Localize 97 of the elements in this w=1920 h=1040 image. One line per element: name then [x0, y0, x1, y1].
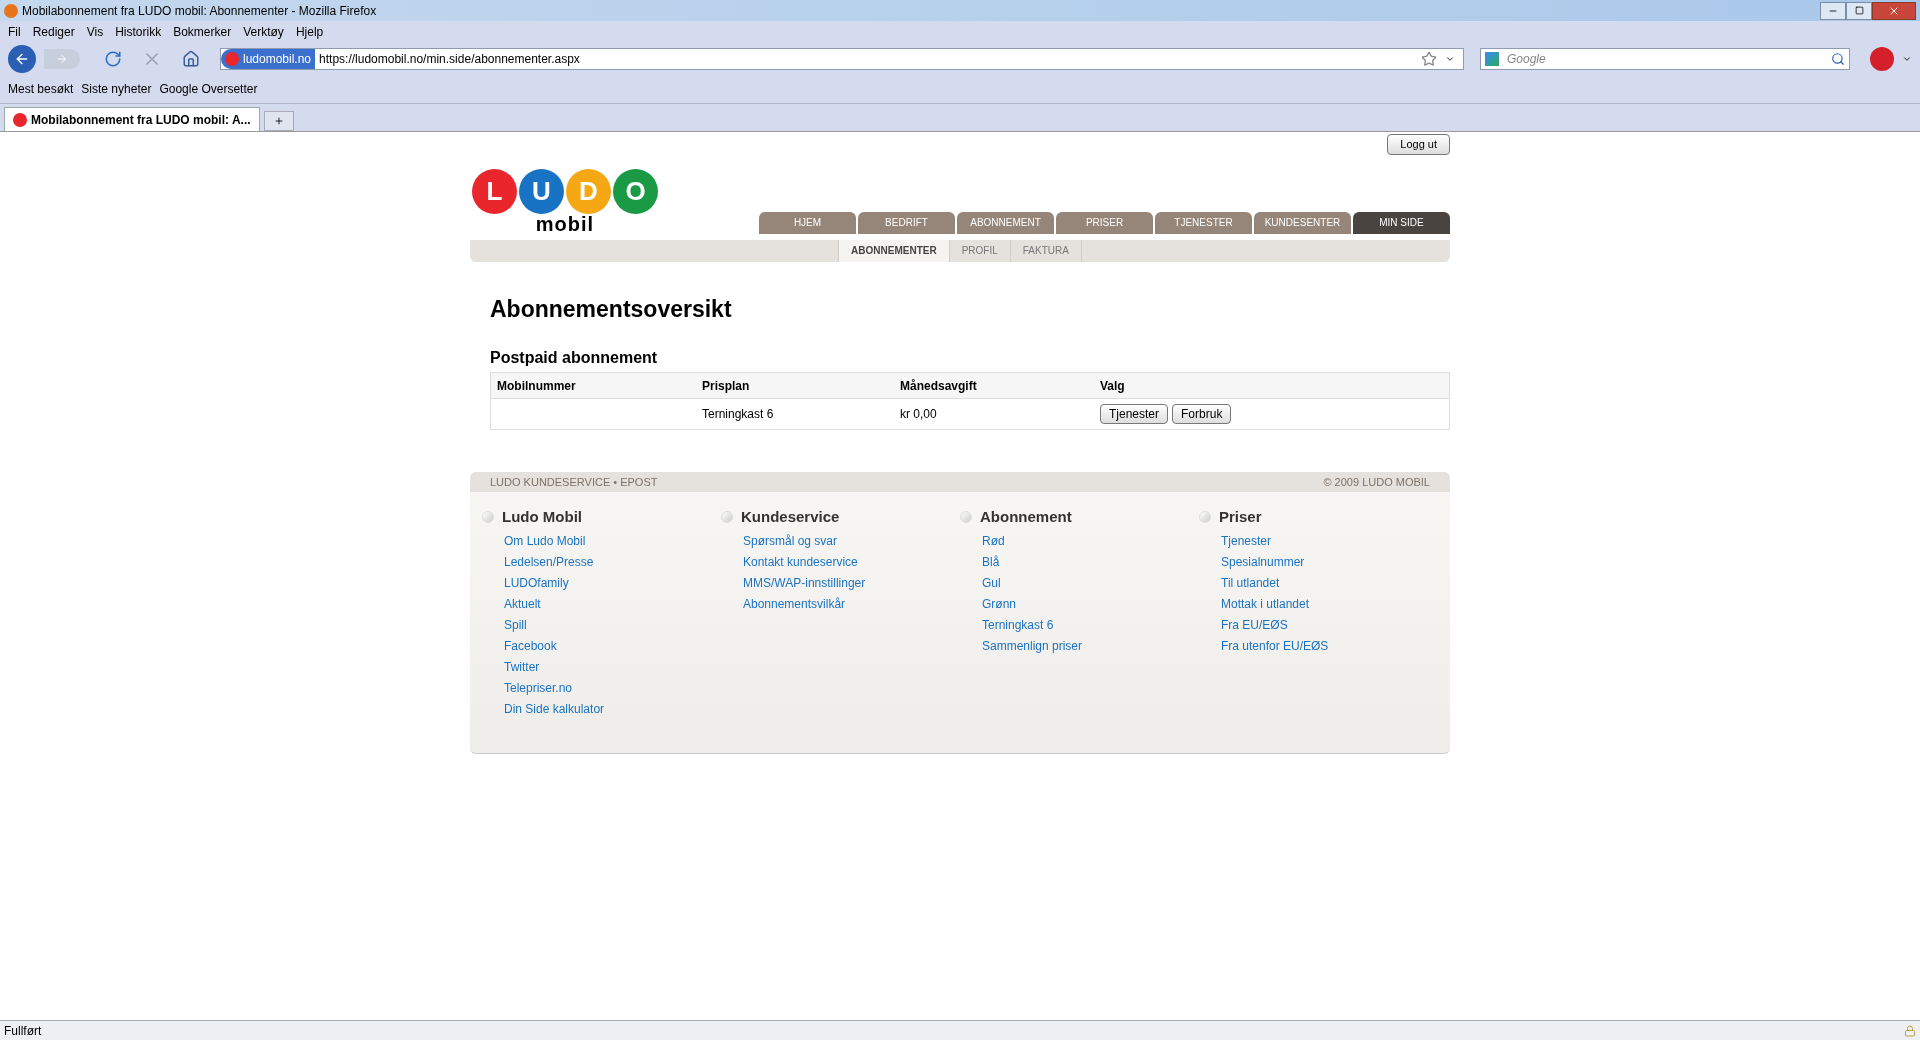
footer-contact: LUDO KUNDESERVICE • EPOST	[490, 474, 658, 490]
footer-link[interactable]: Fra EU/EØS	[1221, 614, 1438, 636]
new-tab-button[interactable]	[264, 111, 294, 131]
nav-tab[interactable]: MIN SIDE	[1353, 211, 1450, 234]
nav-tab[interactable]: BEDRIFT	[858, 211, 955, 234]
menu-item[interactable]: Vis	[86, 23, 104, 41]
page-heading: Abonnementsoversikt	[490, 294, 733, 324]
table-action-button[interactable]: Tjenester	[1100, 404, 1169, 424]
nav-tab[interactable]: TJENESTER	[1155, 211, 1252, 234]
plus-icon	[274, 116, 284, 126]
browser-tab[interactable]: Mobilabonnement fra LUDO mobil: A...	[4, 107, 260, 131]
close-button[interactable]	[1872, 1, 1916, 20]
bookmark-item[interactable]: Google Oversetter	[159, 80, 258, 98]
footer-link[interactable]: Sammenlign priser	[982, 635, 1199, 657]
maximize-icon	[1854, 6, 1864, 15]
search-input[interactable]: Google	[1503, 50, 1831, 68]
logo[interactable]: L U D O mobil	[470, 168, 660, 234]
footer-link[interactable]: Ledelsen/Presse	[504, 551, 721, 573]
maximize-button[interactable]	[1846, 1, 1872, 20]
logo-letter: D	[566, 168, 611, 214]
logout-button[interactable]: Logg ut	[1387, 134, 1450, 155]
menu-item[interactable]: Fil	[8, 23, 21, 41]
url-text: https://ludomobil.no/min.side/abonnementer.aspx	[319, 51, 581, 68]
footer-link[interactable]: MMS/WAP-innstillinger	[743, 572, 960, 594]
site-icon	[13, 112, 27, 127]
footer-heading: Ludo Mobil	[502, 507, 582, 527]
nav-tab[interactable]: KUNDESENTER	[1254, 211, 1351, 234]
menu-item[interactable]: Bokmerker	[173, 23, 232, 41]
bullet-icon	[1199, 511, 1211, 524]
footer-link[interactable]: Mottak i utlandet	[1221, 593, 1438, 615]
bullet-icon	[721, 511, 733, 524]
nav-tab[interactable]: HJEM	[759, 211, 856, 234]
minimize-button[interactable]	[1820, 1, 1846, 20]
forward-arrow-icon	[56, 53, 68, 65]
dropdown-icon[interactable]	[1445, 54, 1455, 64]
site-icon	[225, 52, 239, 66]
menu-item[interactable]: Historikk	[115, 23, 162, 41]
column-header: Valg	[1100, 377, 1126, 395]
footer-link[interactable]: Til utlandet	[1221, 572, 1438, 594]
bookmark-star-icon[interactable]	[1421, 51, 1437, 67]
window-title: Mobilabonnement fra LUDO mobil: Abonnementer - Mozilla Firefox	[22, 2, 378, 20]
search-icon[interactable]	[1831, 52, 1845, 66]
nav-tab[interactable]: PRISER	[1056, 211, 1153, 234]
home-icon[interactable]	[182, 50, 200, 68]
footer-link[interactable]: Telepriser.no	[504, 677, 721, 699]
footer-link[interactable]: Aktuelt	[504, 593, 721, 615]
footer-link[interactable]: Abonnementsvilkår	[743, 593, 960, 615]
footer-heading: Kundeservice	[741, 507, 840, 527]
footer-link[interactable]: Terningkast 6	[982, 614, 1199, 636]
column-header: Mobilnummer	[497, 377, 577, 395]
footer-link[interactable]: LUDOfamily	[504, 572, 721, 594]
footer-link[interactable]: Om Ludo Mobil	[504, 530, 721, 552]
nav-tab[interactable]: ABONNEMENT	[957, 211, 1054, 234]
footer-heading: Abonnement	[980, 507, 1072, 527]
footer-link[interactable]: Fra utenfor EU/EØS	[1221, 635, 1438, 657]
dropdown-icon[interactable]	[1902, 54, 1912, 64]
site-identity[interactable]: ludomobil.no	[221, 49, 316, 69]
back-button[interactable]	[8, 45, 36, 73]
logo-letter: U	[519, 168, 564, 214]
footer-link[interactable]: Blå	[982, 551, 1199, 573]
footer-link[interactable]: Grønn	[982, 593, 1199, 615]
footer-link[interactable]: Facebook	[504, 635, 721, 657]
lock-icon	[1904, 1024, 1916, 1037]
logo-letter: O	[613, 168, 658, 214]
footer-link[interactable]: Spesialnummer	[1221, 551, 1438, 573]
bullet-icon	[482, 511, 494, 524]
table-cell-text: kr 0,00	[900, 406, 938, 423]
bullet-icon	[960, 511, 972, 524]
bookmark-item[interactable]: Siste nyheter	[81, 80, 152, 98]
footer-link[interactable]: Rød	[982, 530, 1199, 552]
bookmark-item[interactable]: Mest besøkt	[8, 80, 74, 98]
column-header: Månedsavgift	[900, 377, 978, 395]
subnav-tab[interactable]: PROFIL	[949, 239, 1011, 262]
footer-link[interactable]: Twitter	[504, 656, 721, 678]
logo-subtitle: mobil	[535, 213, 595, 234]
subnav-tab[interactable]: FAKTURA	[1010, 239, 1082, 262]
footer-link[interactable]: Gul	[982, 572, 1199, 594]
column-header: Prisplan	[702, 377, 751, 395]
logo-letter: L	[472, 168, 517, 214]
search-field[interactable]: Google	[1480, 48, 1850, 70]
address-field[interactable]: ludomobil.no https://ludomobil.no/min.side/abonnementer.aspx	[220, 48, 1464, 70]
footer-link[interactable]: Din Side kalkulator	[504, 698, 721, 720]
subnav-tab[interactable]: ABONNEMENTER	[838, 239, 950, 262]
footer-link[interactable]: Kontakt kundeservice	[743, 551, 960, 573]
menu-item[interactable]: Verktøy	[243, 23, 284, 41]
menu-item[interactable]: Rediger	[32, 23, 75, 41]
status-text: Fullført	[4, 1022, 42, 1040]
footer-heading: Priser	[1219, 507, 1262, 527]
footer-link[interactable]: Spørsmål og svar	[743, 530, 960, 552]
table-action-button[interactable]: Forbruk	[1172, 404, 1232, 424]
footer-link[interactable]: Tjenester	[1221, 530, 1438, 552]
section-heading: Postpaid abonnement	[490, 348, 659, 368]
footer-link[interactable]: Spill	[504, 614, 721, 636]
reload-icon[interactable]	[104, 50, 122, 68]
copyright: © 2009 LUDO MOBIL	[1323, 474, 1430, 490]
menu-item[interactable]: Hjelp	[295, 23, 324, 41]
table-cell-text: Terningkast 6	[702, 406, 775, 423]
